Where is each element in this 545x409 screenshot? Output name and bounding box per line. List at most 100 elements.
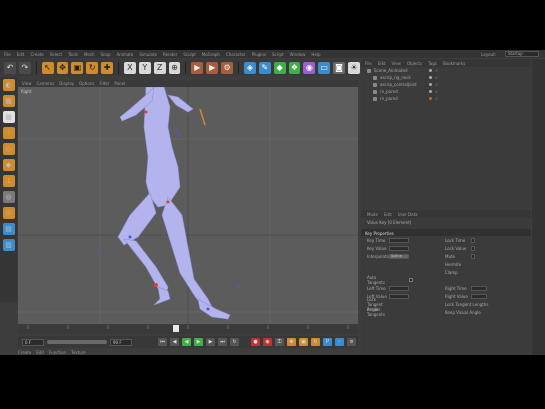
mute-checkbox[interactable] <box>471 253 475 259</box>
record-icon[interactable]: ● <box>251 338 260 346</box>
start-frame-field[interactable]: 0 F <box>22 338 44 346</box>
timeline-ruler[interactable] <box>18 325 358 334</box>
material-menu-create[interactable]: Create <box>18 350 31 355</box>
scene-icon[interactable]: ▭ <box>318 61 331 74</box>
keyframe-selection-icon[interactable]: ⚿ <box>275 338 284 346</box>
material-menu-function[interactable]: Function <box>49 350 66 355</box>
visibility-dot[interactable] <box>429 97 432 100</box>
menu-mesh[interactable]: Mesh <box>84 52 95 57</box>
menu-snap[interactable]: Snap <box>100 52 110 57</box>
snap-icon[interactable]: ⊙ <box>2 207 15 219</box>
position-key-icon[interactable]: ✥ <box>287 338 296 346</box>
visibility-dot[interactable] <box>429 90 432 93</box>
object-row[interactable]: rn_pared ✓ <box>361 88 531 95</box>
workplane-icon[interactable]: ▤ <box>2 223 15 235</box>
render-settings-icon[interactable]: ⚙ <box>221 61 233 74</box>
undo-icon[interactable]: ↶ <box>4 61 16 74</box>
array-icon[interactable]: ❖ <box>288 61 301 74</box>
attr-menu-mode[interactable]: Mode <box>367 212 378 217</box>
pla-key-icon[interactable]: ⁘ <box>335 338 344 346</box>
menu-file[interactable]: File <box>4 52 11 57</box>
z-axis-icon[interactable]: Z <box>153 61 166 74</box>
left-time-field[interactable] <box>389 285 409 291</box>
live-select-icon[interactable]: ↖ <box>41 61 54 74</box>
attr-menu-edit[interactable]: Edit <box>384 212 392 217</box>
next-key-icon[interactable]: ▶ <box>206 338 215 346</box>
object-menu-view[interactable]: View <box>391 61 401 66</box>
previous-key-icon[interactable]: ◀ <box>170 338 179 346</box>
character-model[interactable] <box>117 87 231 320</box>
menu-render[interactable]: Render <box>163 52 177 57</box>
loop-icon[interactable]: ↻ <box>230 338 239 346</box>
menu-tools[interactable]: Tools <box>68 52 78 57</box>
viewport-menu-view[interactable]: View <box>22 81 32 86</box>
axis-mode-icon[interactable]: ⊥ <box>2 175 15 187</box>
visibility-dot[interactable] <box>429 83 432 86</box>
end-frame-field[interactable]: 90 F <box>110 338 132 346</box>
object-menu-objects[interactable]: Objects <box>407 61 422 66</box>
rotate-icon[interactable]: ↻ <box>86 61 99 74</box>
preview-range-slider[interactable] <box>47 340 107 344</box>
menu-window[interactable]: Window <box>290 52 306 57</box>
menu-create[interactable]: Create <box>30 52 43 57</box>
left-value-field[interactable] <box>389 293 409 299</box>
play-icon[interactable]: ▶ <box>194 338 203 346</box>
world-coordinates-icon[interactable]: ⊕ <box>168 61 181 74</box>
viewport-menu-filter[interactable]: Filter <box>99 81 109 86</box>
model-mode-icon[interactable]: ▦ <box>2 95 15 107</box>
material-menu-edit[interactable]: Edit <box>36 350 44 355</box>
menu-plugins[interactable]: Plugins <box>252 52 266 57</box>
visibility-dot[interactable] <box>429 69 432 72</box>
right-time-field[interactable] <box>471 285 487 291</box>
light-icon[interactable]: ☀ <box>347 61 360 74</box>
pen-icon[interactable]: ✎ <box>258 61 271 74</box>
menu-character[interactable]: Character <box>226 52 246 57</box>
object-row[interactable]: ascrip_controlJoint ✓ <box>361 81 531 88</box>
menu-simulate[interactable]: Simulate <box>139 52 157 57</box>
viewport-menu-panel[interactable]: Panel <box>114 81 125 86</box>
subdivision-icon[interactable]: ◆ <box>273 61 286 74</box>
key-value-field[interactable] <box>389 245 409 251</box>
object-row[interactable]: ascrip_rig_neck ✓ <box>361 74 531 81</box>
enabled-check-icon[interactable]: ✓ <box>435 89 438 94</box>
cube-icon[interactable]: ◈ <box>243 61 256 74</box>
parameter-key-icon[interactable]: P <box>323 338 332 346</box>
lock-value-checkbox[interactable] <box>471 245 475 251</box>
deformer-icon[interactable]: ◉ <box>303 61 316 74</box>
x-axis-icon[interactable]: X <box>123 61 136 74</box>
lock-time-checkbox[interactable] <box>471 237 475 243</box>
object-menu-file[interactable]: File <box>365 61 372 66</box>
right-value-field[interactable] <box>471 293 487 299</box>
menu-script[interactable]: Script <box>272 52 284 57</box>
render-picture-viewer-icon[interactable]: ▶ <box>206 61 219 74</box>
object-menu-edit[interactable]: Edit <box>378 61 386 66</box>
attr-menu-user-data[interactable]: User Data <box>398 212 418 217</box>
interpolation-dropdown[interactable]: Spline <box>389 253 409 259</box>
y-axis-icon[interactable]: Y <box>138 61 151 74</box>
3d-viewport[interactable]: Right <box>18 87 358 324</box>
object-menu-bookmarks[interactable]: Bookmarks <box>443 61 465 66</box>
autokey-icon[interactable]: ◉ <box>263 338 272 346</box>
make-editable-icon[interactable]: ◐ <box>2 79 15 91</box>
viewport-menu-cameras[interactable]: Cameras <box>37 81 55 86</box>
viewport-menu-options[interactable]: Options <box>79 81 94 86</box>
enabled-check-icon[interactable]: ✓ <box>435 82 438 87</box>
scale-key-icon[interactable]: ▣ <box>299 338 308 346</box>
polygons-mode-icon[interactable]: ◆ <box>2 159 15 171</box>
material-menu-texture[interactable]: Texture <box>71 350 86 355</box>
go-to-end-icon[interactable]: ⏭ <box>218 338 227 346</box>
layout-dropdown[interactable]: Startup <box>505 51 539 57</box>
scale-icon[interactable]: ▣ <box>71 61 84 74</box>
recent-tools-icon[interactable]: ✚ <box>101 61 113 74</box>
redo-icon[interactable]: ↷ <box>18 61 31 74</box>
object-row[interactable]: rn_pared ✓ <box>361 95 531 102</box>
tweak-mode-icon[interactable]: ◎ <box>2 191 15 203</box>
menu-sculpt[interactable]: Sculpt <box>183 52 196 57</box>
key-time-field[interactable] <box>389 237 409 243</box>
edges-mode-icon[interactable]: ◇ <box>2 143 15 155</box>
playhead[interactable] <box>173 325 179 332</box>
viewport-menu-display[interactable]: Display <box>59 81 74 86</box>
play-backwards-icon[interactable]: ◀ <box>182 338 191 346</box>
menu-select[interactable]: Select <box>50 52 62 57</box>
timeline-icon[interactable]: ≡ <box>347 338 356 346</box>
